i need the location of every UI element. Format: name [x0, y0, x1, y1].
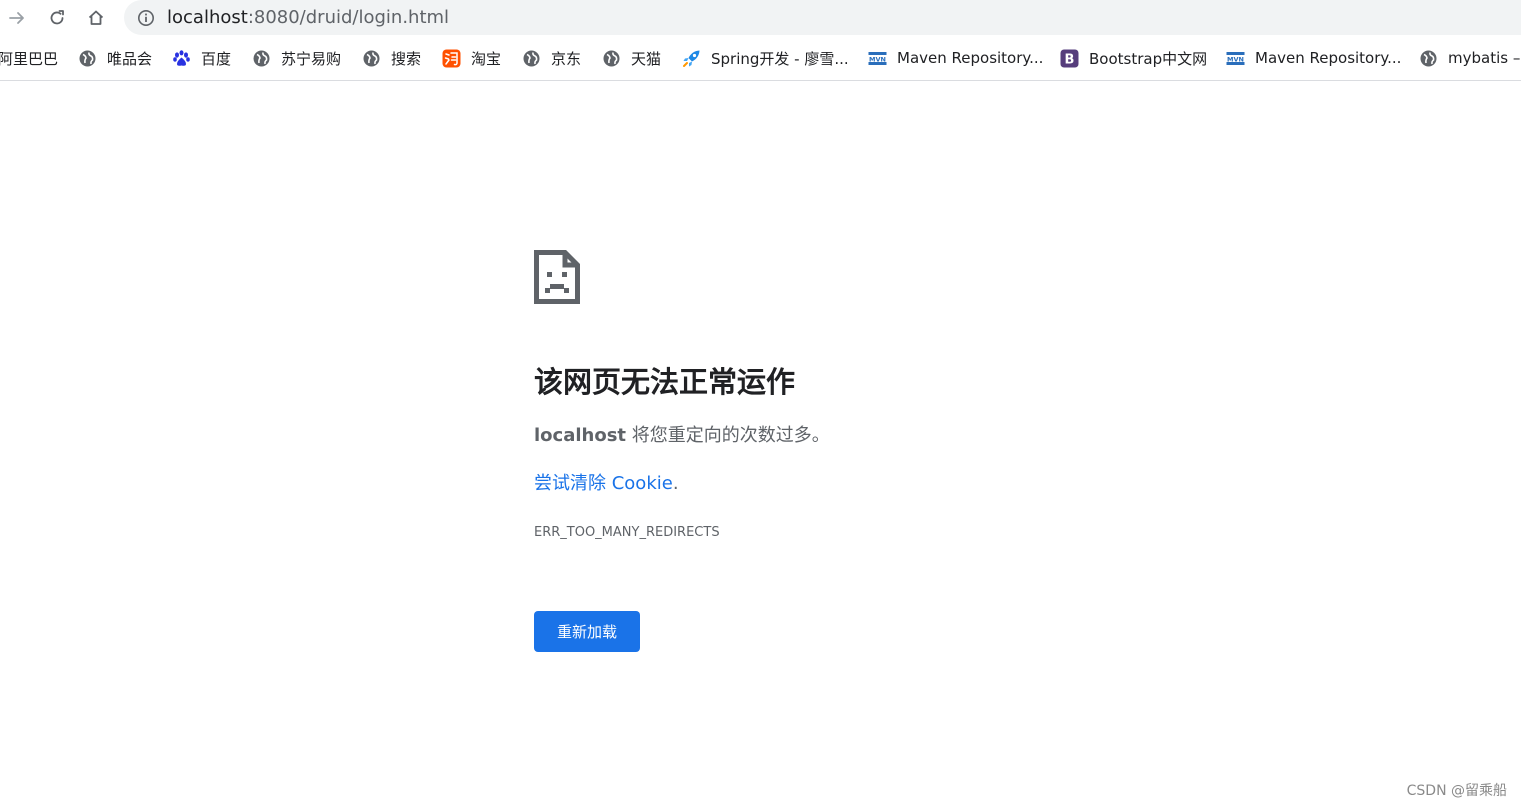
- bookmark-alibaba[interactable]: 阿里巴巴: [0, 47, 58, 69]
- globe-icon: [78, 49, 97, 68]
- bookmark-label: 唯品会: [107, 49, 153, 68]
- bookmark-taobao[interactable]: 淘宝: [442, 47, 501, 69]
- svg-text:MVN: MVN: [869, 55, 886, 63]
- watermark: CSDN @留乘船: [1406, 783, 1507, 799]
- globe-icon: [1419, 49, 1438, 68]
- error-summary: localhost 将您重定向的次数过多。: [534, 423, 830, 449]
- bookmark-label: 苏宁易购: [281, 49, 342, 68]
- bookmark-label: 搜索: [391, 49, 422, 68]
- address-bar[interactable]: localhost:8080/druid/login.html: [124, 0, 1521, 35]
- bookmark-label: Bootstrap中文网: [1089, 49, 1208, 68]
- baidu-paw-icon: [172, 49, 191, 68]
- reload-icon: [50, 10, 64, 25]
- bookmark-label: Spring开发 - 廖雪...: [711, 49, 849, 68]
- bootstrap-icon: B: [1060, 49, 1079, 68]
- home-icon: [88, 10, 104, 25]
- reload-button[interactable]: 重新加载: [534, 611, 640, 652]
- address-url[interactable]: localhost:8080/druid/login.html: [167, 7, 449, 29]
- bookmark-label: 百度: [201, 49, 232, 68]
- bookmark-tmall[interactable]: 天猫: [602, 47, 661, 69]
- browser-toolbar: localhost:8080/druid/login.html: [0, 0, 1521, 36]
- globe-icon: [252, 49, 271, 68]
- taobao-icon: [442, 49, 461, 68]
- bookmark-baidu[interactable]: 百度: [172, 47, 231, 69]
- reload-page-button[interactable]: [44, 5, 70, 31]
- bookmark-bootstrap[interactable]: B Bootstrap中文网: [1060, 47, 1207, 69]
- bookmark-jd[interactable]: 京东: [522, 47, 581, 69]
- sad-page-icon: [534, 250, 580, 304]
- bookmark-label: Maven Repository...: [1255, 49, 1402, 67]
- bookmark-maven-2[interactable]: MVN Maven Repository...: [1226, 47, 1401, 69]
- error-title: 该网页无法正常运作: [534, 365, 796, 399]
- bookmark-maven-1[interactable]: MVN Maven Repository...: [868, 47, 1043, 69]
- bookmark-search[interactable]: 搜索: [362, 47, 421, 69]
- bookmark-label: 京东: [551, 49, 582, 68]
- url-path: :8080/druid/login.html: [247, 7, 450, 28]
- bookmark-vip[interactable]: 唯品会: [78, 47, 152, 69]
- suggestion-period: .: [672, 473, 679, 494]
- bookmark-spring[interactable]: Spring开发 - 廖雪...: [682, 47, 849, 69]
- clear-cookies-link[interactable]: 尝试清除 Cookie: [534, 473, 673, 494]
- forward-arrow-icon: [9, 12, 24, 24]
- site-info-icon[interactable]: [137, 9, 155, 27]
- globe-icon: [602, 49, 621, 68]
- error-summary-text: 将您重定向的次数过多。: [626, 425, 830, 446]
- error-suggestion: 尝试清除 Cookie.: [534, 471, 679, 497]
- mvn-icon: MVN: [868, 49, 887, 68]
- bookmark-label: Maven Repository...: [897, 49, 1044, 67]
- svg-text:MVN: MVN: [1227, 55, 1244, 63]
- bookmarks-bar: 阿里巴巴 唯品会 百度 苏宁易购 搜索 淘宝 京东 天猫 Spring开发 - …: [0, 36, 1521, 81]
- rocket-icon: [682, 49, 701, 68]
- bookmark-mybatis[interactable]: mybatis –: [1419, 47, 1520, 69]
- home-button[interactable]: [83, 5, 109, 31]
- bookmark-label: 阿里巴巴: [0, 49, 59, 68]
- globe-icon: [362, 49, 381, 68]
- bookmark-label: 天猫: [631, 49, 662, 68]
- error-host: localhost: [534, 425, 627, 446]
- globe-icon: [522, 49, 541, 68]
- forward-button[interactable]: [4, 5, 30, 31]
- bookmark-label: 淘宝: [471, 49, 502, 68]
- url-host: localhost: [167, 7, 248, 28]
- mvn-icon: MVN: [1226, 49, 1245, 68]
- error-code: ERR_TOO_MANY_REDIRECTS: [534, 525, 720, 540]
- svg-text:B: B: [1065, 52, 1075, 67]
- bookmark-suning[interactable]: 苏宁易购: [252, 47, 341, 69]
- bookmark-label: mybatis –: [1448, 49, 1521, 67]
